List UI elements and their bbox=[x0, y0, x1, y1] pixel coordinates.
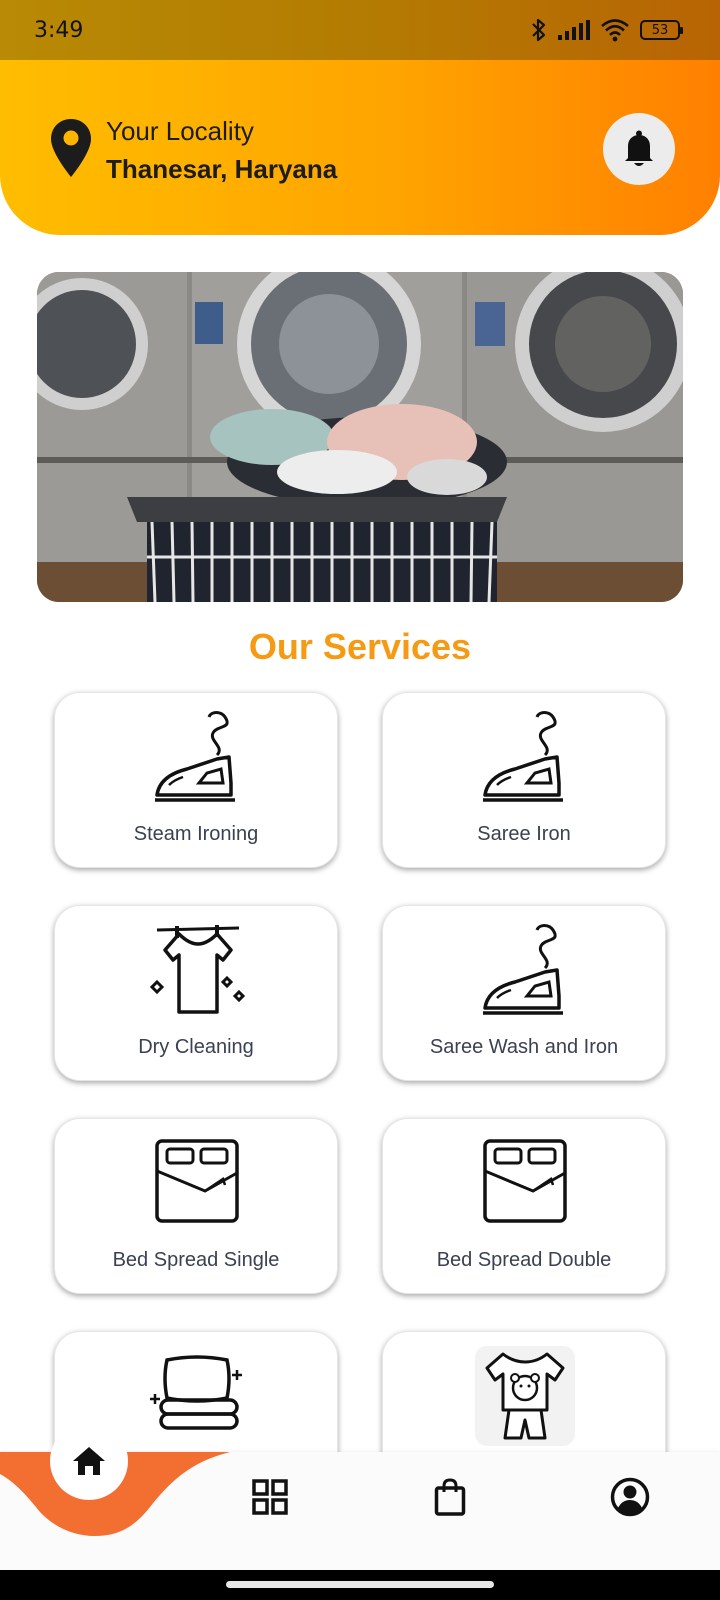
service-label: Bed Spread Double bbox=[436, 1249, 612, 1271]
system-gesture-bar bbox=[0, 1570, 720, 1600]
service-card-steam-ironing[interactable]: Steam Ironing bbox=[54, 692, 338, 868]
wifi-icon bbox=[601, 19, 629, 42]
status-time: 3:49 bbox=[34, 17, 84, 43]
service-label: Steam Ironing bbox=[133, 823, 259, 845]
services-title: Our Services bbox=[248, 626, 472, 667]
bottom-navigation bbox=[0, 1422, 720, 1570]
service-label: Bed Spread Single bbox=[112, 1249, 280, 1271]
status-bar: 3:49 53 bbox=[0, 0, 720, 60]
notifications-button[interactable] bbox=[603, 113, 675, 185]
battery-level: 53 bbox=[651, 22, 669, 38]
bluetooth-icon bbox=[532, 18, 546, 42]
service-card-saree-iron[interactable]: Saree Iron bbox=[382, 692, 666, 868]
location-pin-icon bbox=[51, 119, 91, 177]
bed-icon bbox=[483, 1139, 567, 1223]
kids-clothes-icon bbox=[475, 1346, 575, 1446]
iron-icon bbox=[483, 924, 563, 1015]
location-header: Your Locality Thanesar, Haryana bbox=[0, 60, 720, 235]
signal-icon bbox=[558, 20, 590, 40]
nav-orders[interactable] bbox=[410, 1452, 490, 1542]
locality-label: Your Locality bbox=[106, 116, 254, 146]
bag-icon bbox=[434, 1478, 466, 1516]
service-card-bed-spread-single[interactable]: Bed Spread Single bbox=[54, 1118, 338, 1294]
nav-home[interactable] bbox=[50, 1422, 128, 1500]
service-card-bed-spread-double[interactable]: Bed Spread Double bbox=[382, 1118, 666, 1294]
service-card-saree-wash-and-iron[interactable]: Saree Wash and Iron bbox=[382, 905, 666, 1081]
service-card-dry-cleaning[interactable]: Dry Cleaning bbox=[54, 905, 338, 1081]
locality-value[interactable]: Thanesar, Haryana bbox=[106, 154, 337, 185]
pillow-blanket-icon bbox=[150, 1355, 242, 1430]
status-icons: 53 bbox=[530, 17, 683, 43]
nav-profile[interactable] bbox=[590, 1452, 670, 1542]
iron-icon bbox=[483, 711, 563, 802]
promo-banner[interactable] bbox=[37, 272, 683, 602]
profile-icon bbox=[610, 1477, 650, 1517]
service-label: Saree Iron bbox=[477, 823, 571, 845]
laundry-banner-image bbox=[37, 272, 683, 602]
service-label: Saree Wash and Iron bbox=[429, 1036, 619, 1058]
service-label: Dry Cleaning bbox=[138, 1036, 254, 1058]
bed-icon bbox=[155, 1139, 239, 1223]
battery-indicator: 53 bbox=[640, 20, 683, 40]
bell-icon bbox=[625, 130, 653, 166]
iron-icon bbox=[155, 711, 235, 802]
nav-categories[interactable] bbox=[230, 1452, 310, 1542]
home-icon bbox=[73, 1447, 105, 1475]
grid-icon bbox=[252, 1479, 288, 1515]
tshirt-on-line-icon bbox=[149, 925, 246, 1014]
gesture-handle[interactable] bbox=[226, 1581, 494, 1588]
